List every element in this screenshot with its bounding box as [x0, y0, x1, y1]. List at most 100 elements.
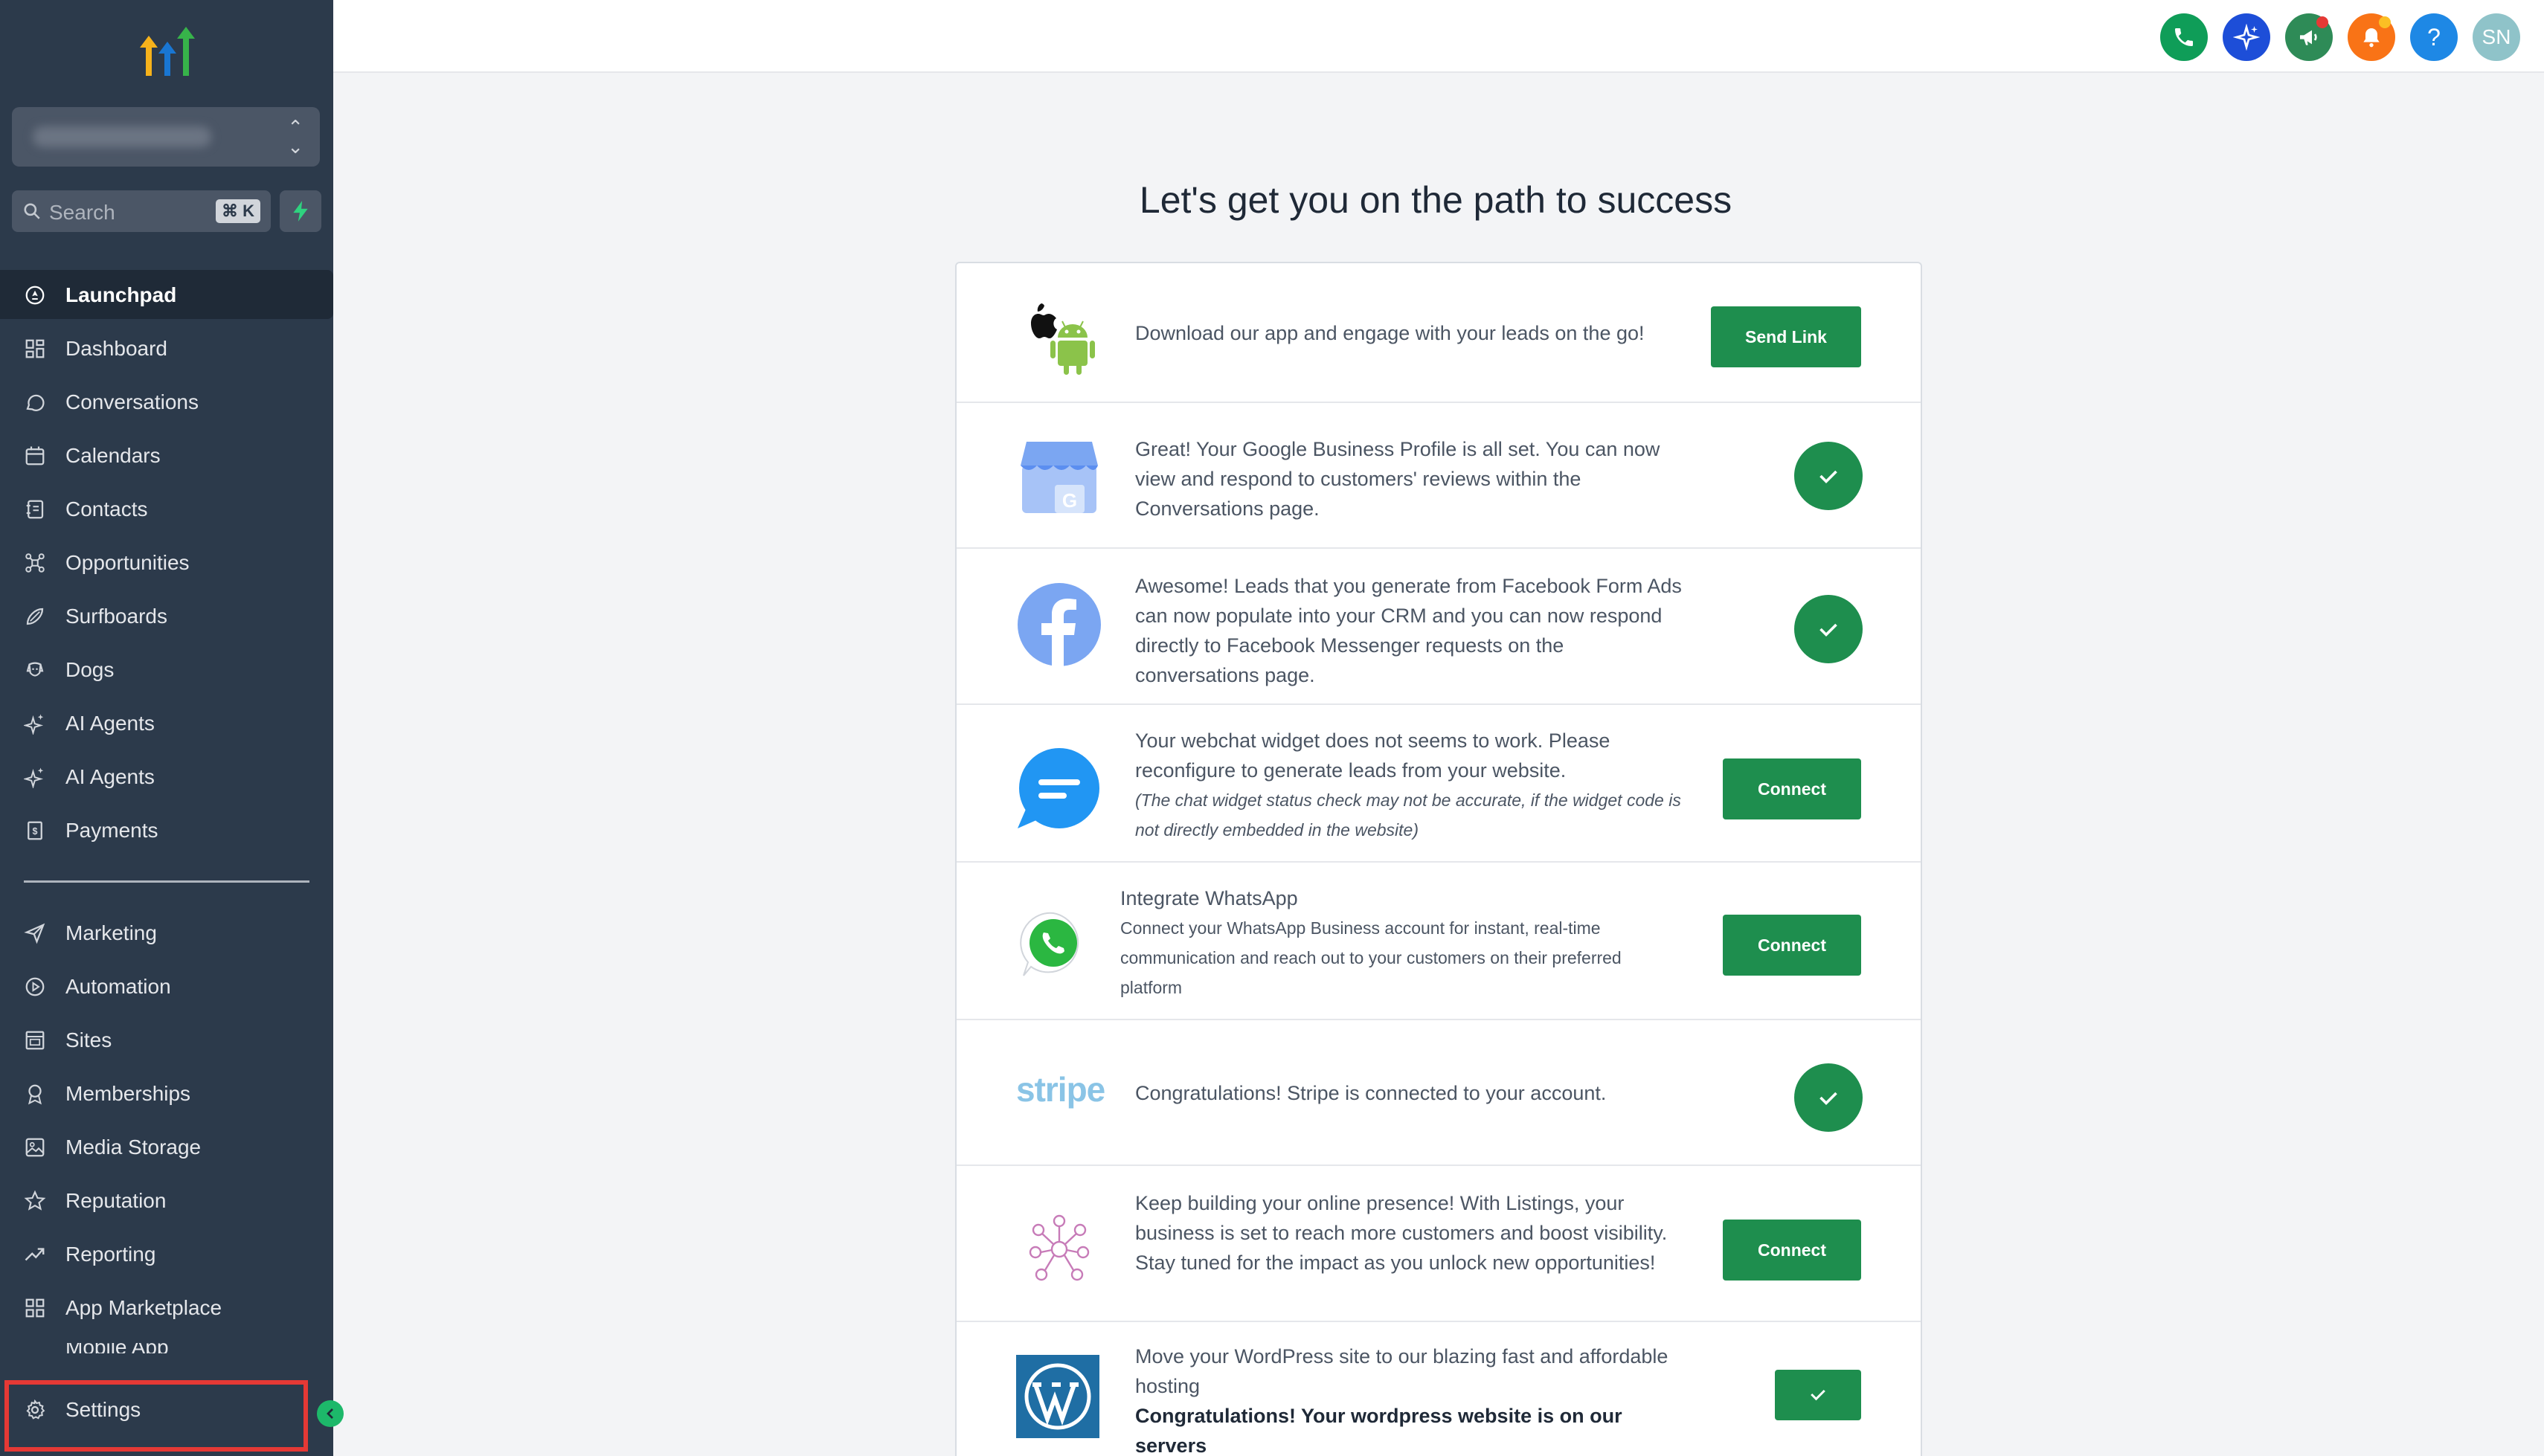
announcements-button[interactable]: [2285, 13, 2333, 61]
sidebar-item-conversations[interactable]: Conversations: [0, 377, 333, 426]
sidebar-item-label: AI Agents: [65, 765, 155, 788]
sidebar-item-payments[interactable]: $ Payments: [0, 805, 333, 854]
help-button[interactable]: ?: [2410, 13, 2458, 61]
webchat-icon: [1016, 747, 1102, 833]
membership-icon: [28, 1084, 42, 1105]
google-business-icon: G: [1016, 436, 1102, 516]
svg-text:$: $: [33, 826, 38, 837]
row-title: Integrate WhatsApp: [1120, 887, 1298, 909]
sidebar-item-label: Memberships: [65, 1082, 191, 1105]
settings-highlight-box: [4, 1380, 308, 1452]
surfboard-icon: [26, 608, 44, 625]
sidebar-item-contacts[interactable]: Contacts: [0, 484, 333, 533]
account-switcher[interactable]: ⌃ ⌄: [12, 107, 320, 167]
sidebar-item-ai-agents[interactable]: AI Agents: [0, 752, 333, 801]
sidebar-item-label: Conversations: [65, 390, 199, 413]
search-icon: [24, 203, 40, 219]
row-description: Move your WordPress site to our blazing …: [1135, 1345, 1668, 1456]
launchpad-icon: [25, 286, 45, 305]
phone-button[interactable]: [2160, 13, 2208, 61]
calendar-icon: [25, 446, 45, 466]
wordpress-check-button[interactable]: [1775, 1370, 1861, 1420]
row-status-bold: Congratulations! Your wordpress website …: [1135, 1405, 1622, 1456]
sidebar-item-dogs[interactable]: Dogs: [0, 645, 333, 694]
chat-bubble-icon: [26, 394, 45, 411]
sidebar-item-label: Reporting: [65, 1243, 156, 1266]
star-icon: [24, 1190, 46, 1211]
chevron-updown-icon: ⌃ ⌄: [287, 116, 303, 158]
stripe-icon: stripe: [1016, 1069, 1105, 1114]
dog-icon: [26, 662, 44, 677]
account-name-blurred: [33, 126, 211, 147]
check-icon: [1811, 1389, 1825, 1401]
completed-check-icon: [1794, 595, 1863, 663]
sidebar-item-marketing[interactable]: Marketing: [0, 908, 333, 957]
launchpad-row-webchat: Your webchat widget does not seems to wo…: [957, 705, 1921, 863]
sidebar-item-dashboard[interactable]: Dashboard: [0, 323, 333, 373]
sidebar-item-label: Payments: [65, 819, 158, 842]
sidebar-item-calendars[interactable]: Calendars: [0, 431, 333, 480]
chevron-left-icon: [327, 1408, 333, 1419]
help-icon: ?: [2427, 23, 2441, 51]
ai-assistant-button[interactable]: [2223, 13, 2270, 61]
dashboard-icon: [25, 339, 45, 358]
sidebar-item-opportunities[interactable]: Opportunities: [0, 538, 333, 587]
sidebar-item-automation[interactable]: Automation: [0, 961, 333, 1011]
notification-dot: [2316, 16, 2328, 28]
row-description: Download our app and engage with your le…: [1135, 322, 1645, 344]
top-bar: ? SN: [333, 0, 2544, 73]
wordpress-icon: [1016, 1355, 1099, 1438]
sidebar-item-label: Marketing: [65, 921, 157, 944]
launchpad-row-listings: Keep building your online presence! With…: [957, 1166, 1921, 1322]
send-icon: [24, 923, 45, 944]
sidebar-divider: [24, 880, 309, 883]
sidebar-item-label: Launchpad: [65, 283, 177, 306]
row-note: (The chat widget status check may not be…: [1135, 790, 1681, 840]
sidebar-item-mobile-app-partial[interactable]: Mobile App: [24, 1343, 173, 1353]
launchpad-row-facebook: Awesome! Leads that you generate from Fa…: [957, 549, 1921, 705]
payments-icon: $: [28, 821, 42, 840]
stripe-logo-text: stripe: [1016, 1070, 1105, 1109]
connect-whatsapp-button[interactable]: Connect: [1723, 915, 1861, 976]
whatsapp-icon: [1016, 907, 1090, 982]
sidebar-item-sites[interactable]: Sites: [0, 1015, 333, 1064]
listings-icon: [1016, 1209, 1102, 1291]
automation-icon: [25, 977, 45, 996]
row-description: Keep building your online presence! With…: [1135, 1192, 1668, 1274]
sidebar-item-label: Media Storage: [65, 1136, 202, 1159]
sidebar-item-memberships[interactable]: Memberships: [0, 1069, 333, 1118]
search-box[interactable]: Search ⌘ K: [12, 190, 271, 232]
sidebar-item-surfboards[interactable]: Surfboards: [0, 591, 333, 640]
sidebar-item-label: Contacts: [65, 497, 148, 521]
row-description: Congratulations! Stripe is connected to …: [1135, 1082, 1607, 1104]
notifications-button[interactable]: [2348, 13, 2395, 61]
sidebar-item-label: Dogs: [65, 658, 115, 681]
connect-listings-button[interactable]: Connect: [1723, 1220, 1861, 1281]
image-icon: [25, 1138, 45, 1157]
launchpad-row-wordpress: Move your WordPress site to our blazing …: [957, 1322, 1921, 1456]
user-avatar[interactable]: SN: [2473, 13, 2520, 61]
svg-text:G: G: [1062, 489, 1077, 512]
launchpad-row-mobile-app: Download our app and engage with your le…: [957, 263, 1921, 403]
sidebar-item-media-storage[interactable]: Media Storage: [0, 1122, 333, 1171]
phone-icon: [2175, 28, 2193, 46]
sidebar-item-label: Dashboard: [65, 337, 167, 360]
sidebar-item-reporting[interactable]: Reporting: [0, 1229, 333, 1278]
sidebar-item-reputation[interactable]: Reputation: [0, 1176, 333, 1225]
megaphone-icon: [2300, 30, 2317, 45]
sidebar-item-launchpad[interactable]: Launchpad: [0, 270, 333, 319]
collapse-sidebar-button[interactable]: [317, 1400, 344, 1427]
launchpad-row-google-business: G Great! Your Google Business Profile is…: [957, 403, 1921, 549]
sidebar-item-label: AI Agents: [65, 712, 155, 735]
opportunities-icon: [25, 553, 45, 573]
send-link-button[interactable]: Send Link: [1711, 306, 1861, 367]
sidebar-item-ai-agents[interactable]: AI Agents: [0, 698, 333, 747]
sidebar-item-label: Opportunities: [65, 551, 190, 574]
connect-webchat-button[interactable]: Connect: [1723, 758, 1861, 819]
sidebar: ⌃ ⌄ Search ⌘ K Launchpad Dashboard Conversa…: [0, 0, 333, 1456]
grid-icon: [25, 1298, 45, 1318]
company-logo[interactable]: [134, 21, 201, 80]
ai-sparkle-icon: [2233, 24, 2260, 51]
quick-action-button[interactable]: [280, 190, 321, 232]
sidebar-item-app-marketplace[interactable]: App Marketplace: [0, 1283, 333, 1332]
